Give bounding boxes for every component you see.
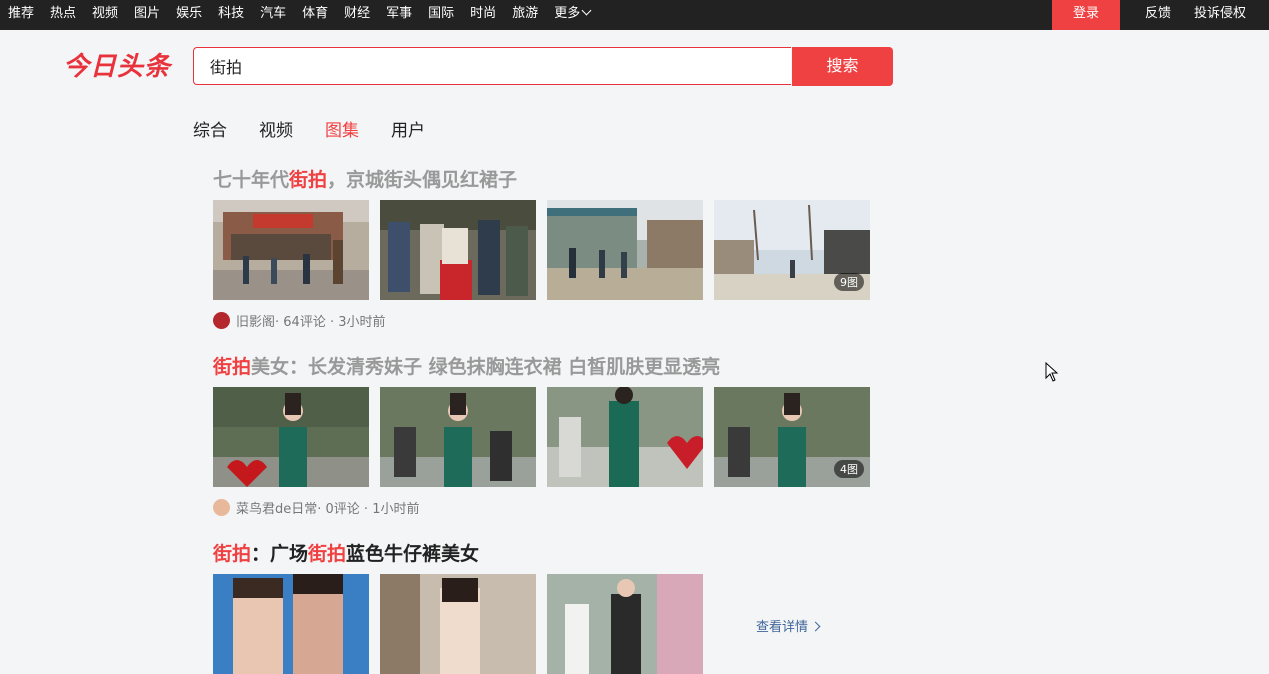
toutiao-logo[interactable]: 今日头条	[63, 46, 171, 83]
title-highlight: 街拍	[213, 356, 252, 378]
nav-item-hot[interactable]: 热点	[42, 0, 84, 30]
nav-item-video[interactable]: 视频	[84, 0, 126, 30]
search-box	[193, 47, 791, 85]
author-avatar[interactable]	[213, 499, 230, 516]
author-avatar[interactable]	[213, 312, 230, 329]
chevron-down-icon	[581, 5, 592, 16]
title-highlight: 街拍	[289, 169, 328, 191]
result-stats: · 64评论 · 3小时前	[275, 315, 386, 330]
title-highlight: 街拍	[308, 543, 347, 565]
thumbnail-row: 4图	[213, 387, 881, 487]
search-button[interactable]: 搜索	[792, 47, 893, 86]
result-meta: 旧影阁 · 64评论 · 3小时前	[213, 311, 386, 330]
nav-item-travel[interactable]: 旅游	[504, 0, 546, 30]
result-meta: 菜鸟君de日常 · 0评论 · 1小时前	[213, 498, 419, 517]
result-thumbnail[interactable]: 4图	[714, 387, 870, 487]
top-nav-bar: 推荐 热点 视频 图片 娱乐 科技 汽车 体育 财经 军事 国际 时尚 旅游 更…	[0, 0, 1269, 30]
gallery-result-2: 街拍美女：长发清秀妹子 绿色抹胸连衣裙 白皙肌肤更显透亮 4图 菜鸟君de日常 …	[213, 352, 870, 517]
channel-nav: 推荐 热点 视频 图片 娱乐 科技 汽车 体育 财经 军事 国际 时尚 旅游 更…	[0, 0, 598, 30]
nav-item-more[interactable]: 更多	[546, 0, 598, 30]
tab-users[interactable]: 用户	[391, 116, 425, 141]
thumbnail-row	[213, 574, 714, 674]
thumbnail-image	[547, 387, 703, 487]
nav-item-international[interactable]: 国际	[420, 0, 462, 30]
mouse-cursor-icon	[1045, 362, 1059, 382]
result-thumbnail[interactable]	[213, 574, 369, 674]
author-name[interactable]: 菜鸟君de日常	[236, 498, 317, 517]
view-detail-label: 查看详情	[756, 620, 809, 635]
result-thumbnail[interactable]: 9图	[714, 200, 870, 300]
thumbnail-image	[213, 574, 369, 674]
title-text: ：广场	[251, 543, 309, 565]
result-tabs: 综合 视频 图集 用户	[193, 116, 457, 141]
thumbnail-row: 9图	[213, 200, 881, 300]
thumbnail-image	[213, 200, 369, 300]
thumbnail-image	[547, 574, 703, 674]
result-thumbnail[interactable]	[380, 200, 536, 300]
tab-gallery[interactable]: 图集	[325, 116, 359, 141]
result-stats: · 0评论 · 1小时前	[317, 502, 420, 517]
result-thumbnail[interactable]	[547, 574, 703, 674]
image-count-badge: 4图	[834, 460, 864, 478]
tab-comprehensive[interactable]: 综合	[193, 116, 227, 141]
tab-video[interactable]: 视频	[259, 116, 293, 141]
result-thumbnail[interactable]	[213, 200, 369, 300]
result-thumbnail[interactable]	[547, 200, 703, 300]
gallery-result-3: 街拍：广场街拍蓝色牛仔裤美女	[213, 539, 703, 674]
title-text: 蓝色牛仔裤美女	[346, 543, 480, 565]
nav-item-auto[interactable]: 汽车	[252, 0, 294, 30]
view-detail-link[interactable]: 查看详情	[756, 616, 821, 635]
nav-more-label: 更多	[554, 6, 581, 21]
title-highlight: 街拍	[213, 543, 252, 565]
gallery-result-1: 七十年代街拍，京城街头偶见红裙子 9图 旧影阁 · 64评论 · 3小时前	[213, 165, 870, 330]
nav-item-tech[interactable]: 科技	[210, 0, 252, 30]
result-title[interactable]: 街拍：广场街拍蓝色牛仔裤美女	[213, 539, 479, 566]
nav-item-sports[interactable]: 体育	[294, 0, 336, 30]
complain-link[interactable]: 投诉侵权	[1194, 0, 1246, 28]
nav-item-finance[interactable]: 财经	[336, 0, 378, 30]
nav-item-fashion[interactable]: 时尚	[462, 0, 504, 30]
thumbnail-image	[380, 200, 536, 300]
author-name[interactable]: 旧影阁	[236, 311, 275, 330]
nav-item-recommend[interactable]: 推荐	[0, 0, 42, 30]
thumbnail-image	[380, 574, 536, 674]
result-title[interactable]: 街拍美女：长发清秀妹子 绿色抹胸连衣裙 白皙肌肤更显透亮	[213, 352, 720, 379]
nav-item-military[interactable]: 军事	[378, 0, 420, 30]
thumbnail-image	[213, 387, 369, 487]
thumbnail-image	[547, 200, 703, 300]
result-thumbnail[interactable]	[380, 574, 536, 674]
nav-item-entertainment[interactable]: 娱乐	[168, 0, 210, 30]
feedback-link[interactable]: 反馈	[1145, 0, 1171, 28]
result-title[interactable]: 七十年代街拍，京城街头偶见红裙子	[213, 165, 517, 192]
result-thumbnail[interactable]	[380, 387, 536, 487]
nav-item-images[interactable]: 图片	[126, 0, 168, 30]
image-count-badge: 9图	[834, 273, 864, 291]
result-thumbnail[interactable]	[547, 387, 703, 487]
title-text: ，京城街头偶见红裙子	[327, 169, 518, 191]
login-button[interactable]: 登录	[1052, 0, 1120, 30]
title-text: 七十年代	[213, 169, 290, 191]
thumbnail-image	[380, 387, 536, 487]
result-thumbnail[interactable]	[213, 387, 369, 487]
search-input[interactable]	[194, 48, 791, 84]
title-text: 美女：长发清秀妹子 绿色抹胸连衣裙 白皙肌肤更显透亮	[251, 356, 721, 378]
